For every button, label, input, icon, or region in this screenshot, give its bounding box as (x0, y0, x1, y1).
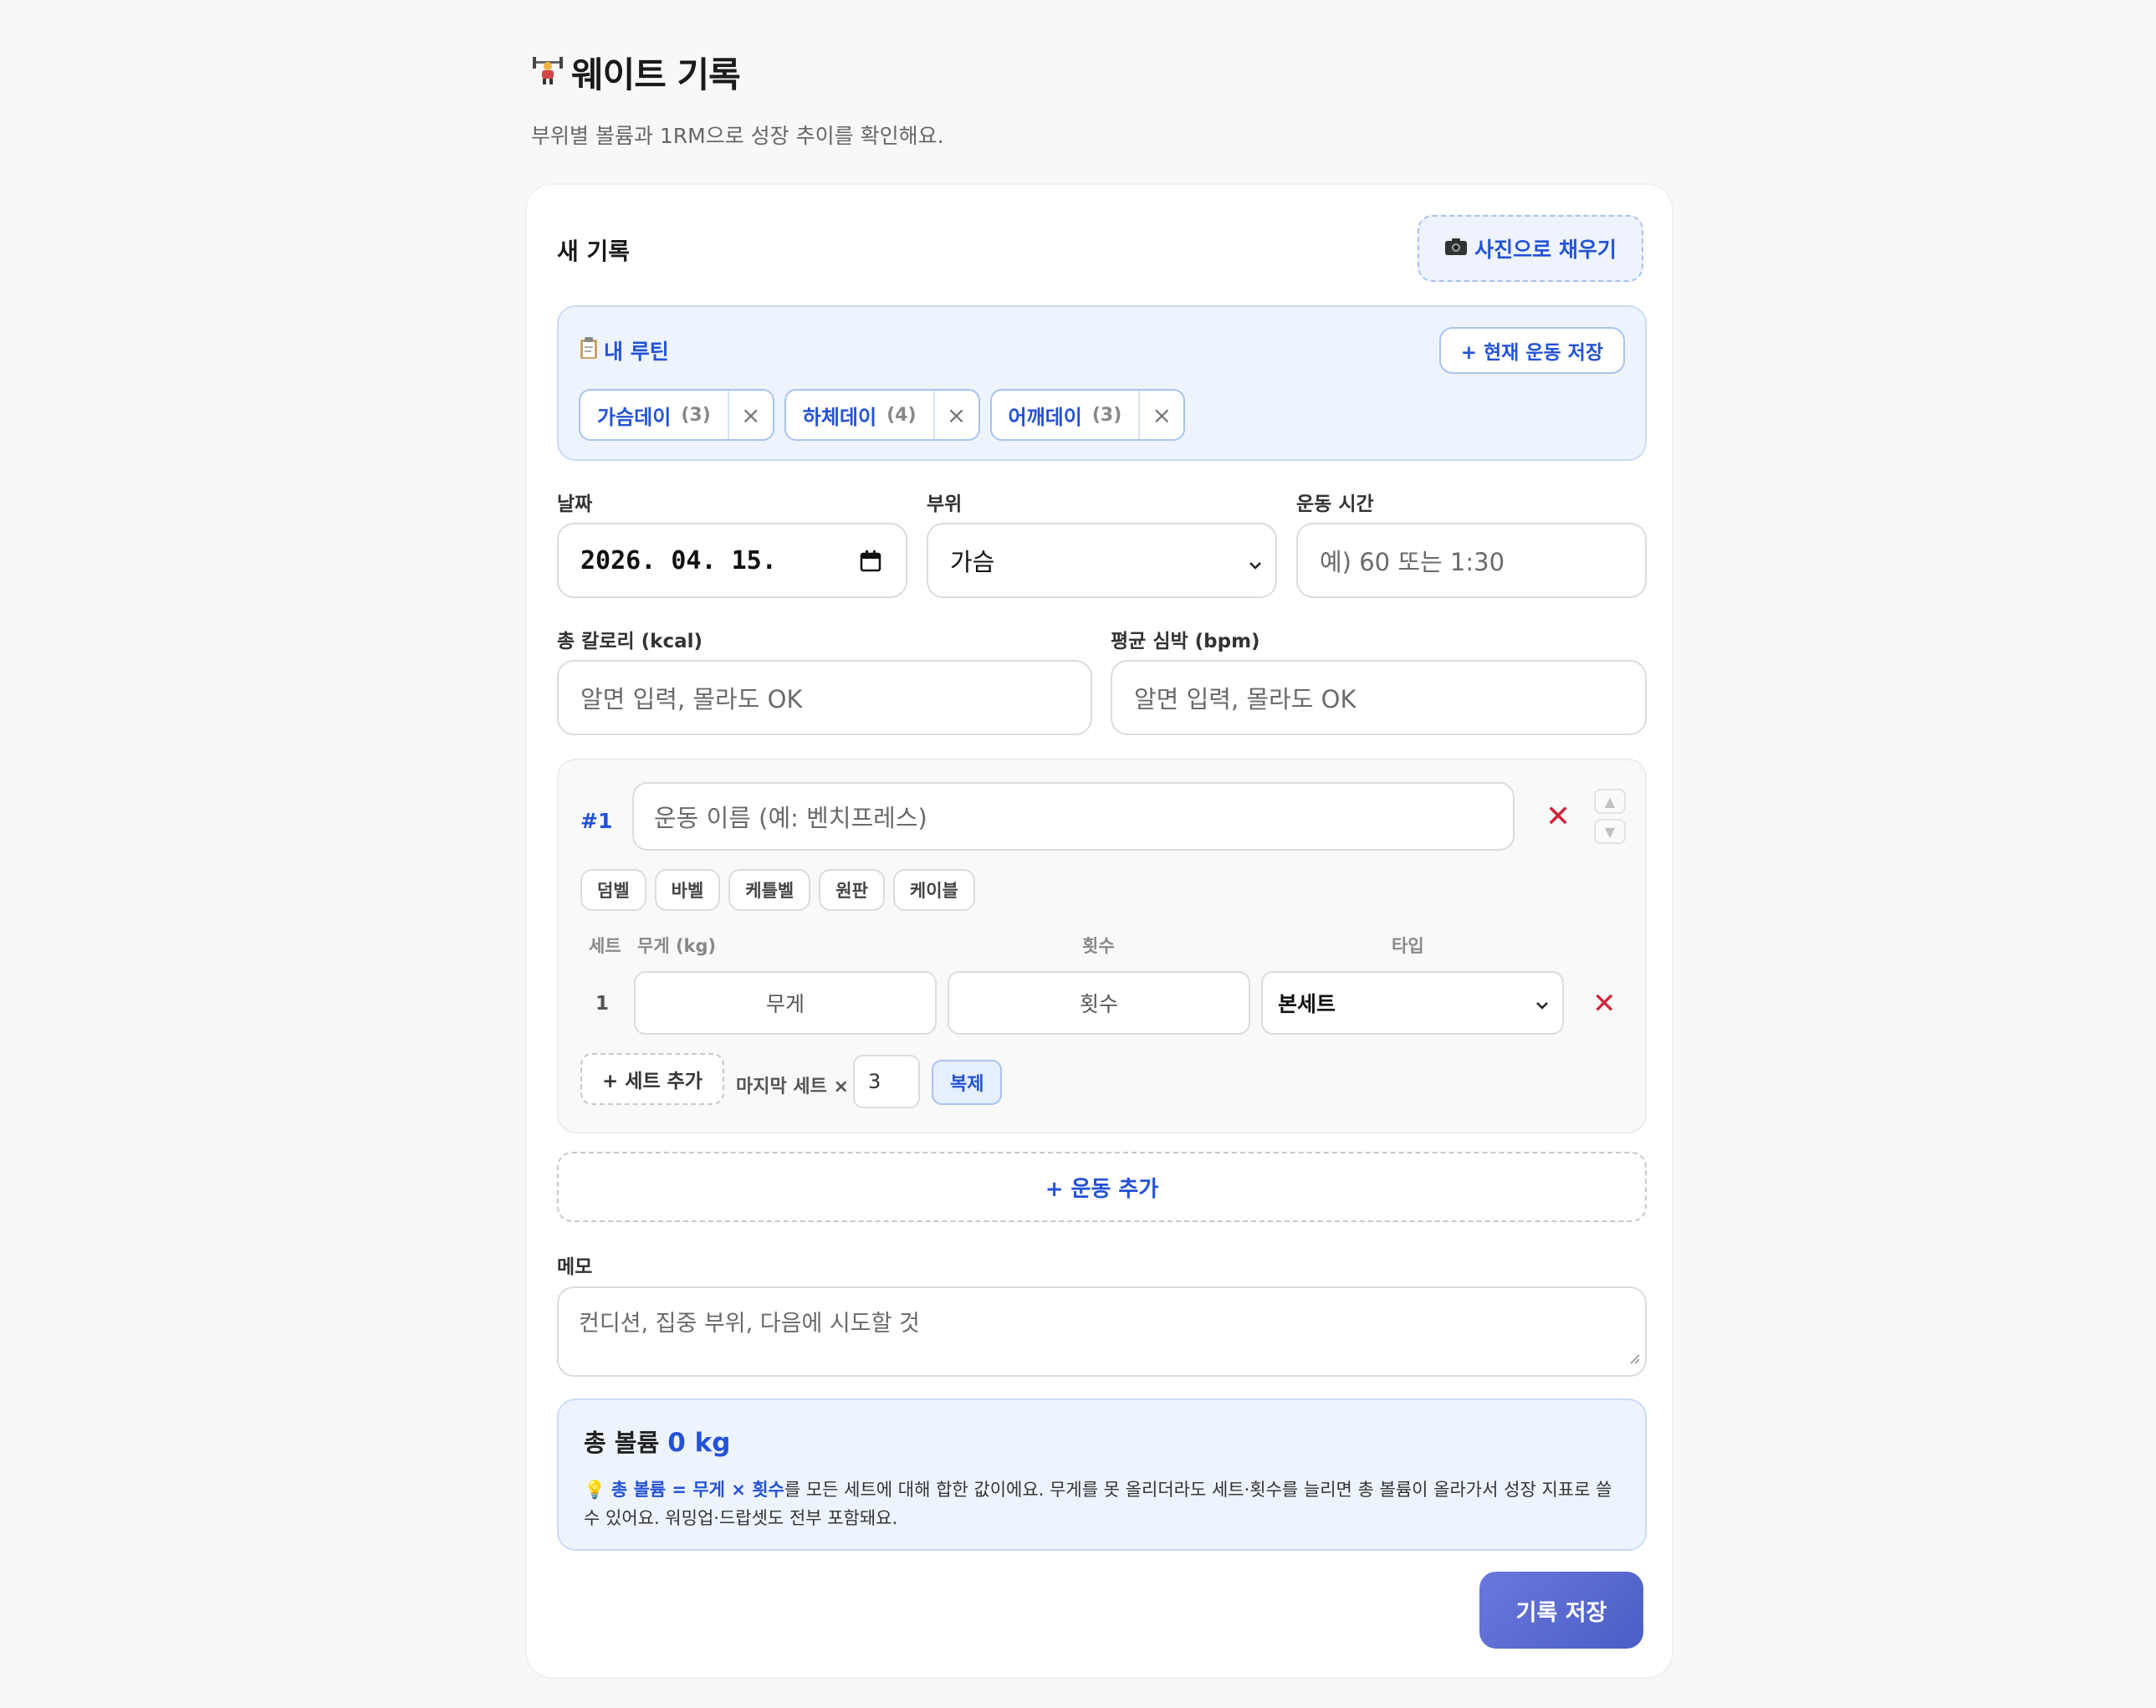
routine-chip-count: (3) (681, 404, 711, 426)
set-weight-placeholder: 무게 (765, 992, 805, 1016)
last-set-label: 마지막 세트 × (736, 1076, 849, 1097)
equipment-chip[interactable]: 원판 (819, 869, 885, 911)
date-label: 날짜 (557, 493, 593, 515)
routine-chip-count: (4) (886, 404, 917, 426)
weightlifter-icon (531, 52, 565, 94)
duration-label: 운동 시간 (1296, 493, 1374, 515)
calorie-input[interactable]: 알면 입력, 몰라도 OK (557, 660, 1092, 735)
clipboard-icon (579, 336, 599, 365)
volume-note: 💡 총 볼륨 = 무게 × 횟수를 모든 세트에 대해 합한 값이에요. 무게를… (584, 1475, 1620, 1532)
routine-panel: 내 루틴 + 현재 운동 저장 가슴데이 (3) × 하체데이 (4) × 어깨 (557, 305, 1647, 461)
save-record-button[interactable]: 기록 저장 (1479, 1572, 1643, 1649)
page-header: 웨이트 기록 부위별 볼륨과 1RM으로 성장 추이를 확인해요. (531, 47, 944, 150)
delete-exercise-icon[interactable]: ✕ (1545, 802, 1571, 832)
set-column-header: 세트 (589, 936, 621, 956)
exercise-number: #1 (580, 809, 613, 833)
duplicate-button[interactable]: 복제 (932, 1060, 1003, 1105)
close-icon[interactable]: × (1140, 391, 1183, 439)
lightbulb-icon: 💡 (584, 1480, 606, 1500)
duration-placeholder: 예) 60 또는 1:30 (1320, 548, 1505, 576)
calendar-icon[interactable] (859, 550, 882, 579)
exercise-name-placeholder: 운동 이름 (예: 벤치프레스) (654, 804, 927, 832)
memo-label: 메모 (557, 1256, 593, 1278)
equipment-chip[interactable]: 케이블 (892, 869, 975, 911)
heart-rate-label: 평균 심박 (bpm) (1111, 631, 1260, 652)
move-down-icon[interactable]: ▼ (1594, 819, 1626, 844)
heart-rate-placeholder: 알면 입력, 몰라도 OK (1134, 685, 1356, 713)
date-value: 2026. 04. 15. (580, 545, 777, 575)
body-part-select[interactable]: 가슴 (927, 523, 1277, 598)
form-title: 새 기록 (557, 238, 631, 265)
memo-placeholder: 컨디션, 집중 부위, 다음에 시도할 것 (579, 1311, 920, 1337)
page-title: 웨이트 기록 (531, 47, 944, 98)
volume-summary: 총 볼륨 0 kg 💡 총 볼륨 = 무게 × 횟수를 모든 세트에 대해 합한… (557, 1399, 1647, 1551)
body-part-value: 가슴 (950, 548, 995, 576)
fill-from-photo-label: 사진으로 채우기 (1474, 238, 1617, 262)
routine-chip: 가슴데이 (3) × (579, 389, 774, 441)
move-up-icon[interactable]: ▲ (1594, 789, 1626, 814)
body-part-label: 부위 (927, 493, 963, 515)
close-icon[interactable]: × (729, 391, 773, 439)
routine-title-text: 내 루틴 (604, 340, 669, 364)
type-column-header: 타입 (1392, 936, 1424, 956)
add-exercise-button[interactable]: + 운동 추가 (557, 1152, 1647, 1222)
page-title-text: 웨이트 기록 (571, 54, 741, 95)
repeat-count-input[interactable]: 3 (853, 1055, 920, 1108)
routine-chip-label: 하체데이 (802, 405, 877, 429)
routine-chip-label: 어깨데이 (1008, 405, 1082, 429)
set-type-select[interactable]: 본세트 (1261, 971, 1564, 1035)
heart-rate-input[interactable]: 알면 입력, 몰라도 OK (1111, 660, 1647, 735)
exercise-card: #1 운동 이름 (예: 벤치프레스) ✕ ▲ ▼ 덤벨 바벨 케틀벨 원판 케… (557, 759, 1647, 1133)
equipment-chip[interactable]: 케틀벨 (728, 869, 811, 911)
routine-chip-count: (3) (1091, 404, 1122, 426)
add-set-button[interactable]: + 세트 추가 (580, 1053, 724, 1105)
delete-set-icon[interactable]: ✕ (1592, 990, 1617, 1018)
set-index: 1 (595, 993, 610, 1015)
chevron-down-icon (1534, 995, 1551, 1019)
calorie-placeholder: 알면 입력, 몰라도 OK (580, 685, 803, 713)
repeat-count-value: 3 (868, 1070, 881, 1093)
fill-from-photo-button[interactable]: 사진으로 채우기 (1418, 215, 1643, 282)
duration-input[interactable]: 예) 60 또는 1:30 (1296, 523, 1647, 598)
set-reps-input[interactable]: 횟수 (948, 971, 1250, 1035)
volume-formula: 총 볼륨 = 무게 × 횟수 (611, 1480, 784, 1500)
volume-title: 총 볼륨 0 kg (584, 1424, 1620, 1459)
resize-grip-icon[interactable] (1628, 1344, 1640, 1370)
record-form-card: 새 기록 사진으로 채우기 내 루틴 + 현재 운동 저장 가슴데이 (3) × (525, 183, 1673, 1679)
routine-chip: 어깨데이 (3) × (989, 389, 1186, 441)
exercise-name-input[interactable]: 운동 이름 (예: 벤치프레스) (632, 782, 1515, 851)
routine-title: 내 루틴 (579, 335, 669, 366)
reps-column-header: 횟수 (1082, 936, 1115, 956)
routine-chip-load[interactable]: 하체데이 (4) (786, 391, 935, 439)
set-type-value: 본세트 (1278, 992, 1336, 1016)
save-current-routine-button[interactable]: + 현재 운동 저장 (1438, 327, 1625, 374)
weight-column-header: 무게 (kg) (637, 936, 717, 956)
equipment-chips: 덤벨 바벨 케틀벨 원판 케이블 (580, 869, 975, 911)
memo-textarea[interactable]: 컨디션, 집중 부위, 다음에 시도할 것 (557, 1286, 1647, 1377)
equipment-chip[interactable]: 바벨 (654, 869, 721, 911)
equipment-chip[interactable]: 덤벨 (580, 869, 646, 911)
routine-chip-load[interactable]: 어깨데이 (3) (992, 391, 1141, 439)
camera-icon (1444, 237, 1468, 261)
calorie-label: 총 칼로리 (kcal) (557, 631, 703, 652)
page-subtitle: 부위별 볼륨과 1RM으로 성장 추이를 확인해요. (531, 124, 944, 148)
volume-value: 0 kg (667, 1428, 731, 1458)
routine-chip-label: 가슴데이 (597, 405, 672, 429)
chevron-down-icon (1247, 551, 1264, 580)
routine-chip-load[interactable]: 가슴데이 (3) (580, 391, 729, 439)
date-input[interactable]: 2026. 04. 15. (557, 523, 907, 598)
set-weight-input[interactable]: 무게 (634, 971, 937, 1035)
set-reps-placeholder: 횟수 (1079, 992, 1118, 1016)
routine-list: 가슴데이 (3) × 하체데이 (4) × 어깨데이 (3) × (579, 389, 1186, 441)
routine-chip: 하체데이 (4) × (784, 389, 980, 441)
close-icon[interactable]: × (935, 391, 978, 439)
volume-label: 총 볼륨 (584, 1429, 660, 1457)
